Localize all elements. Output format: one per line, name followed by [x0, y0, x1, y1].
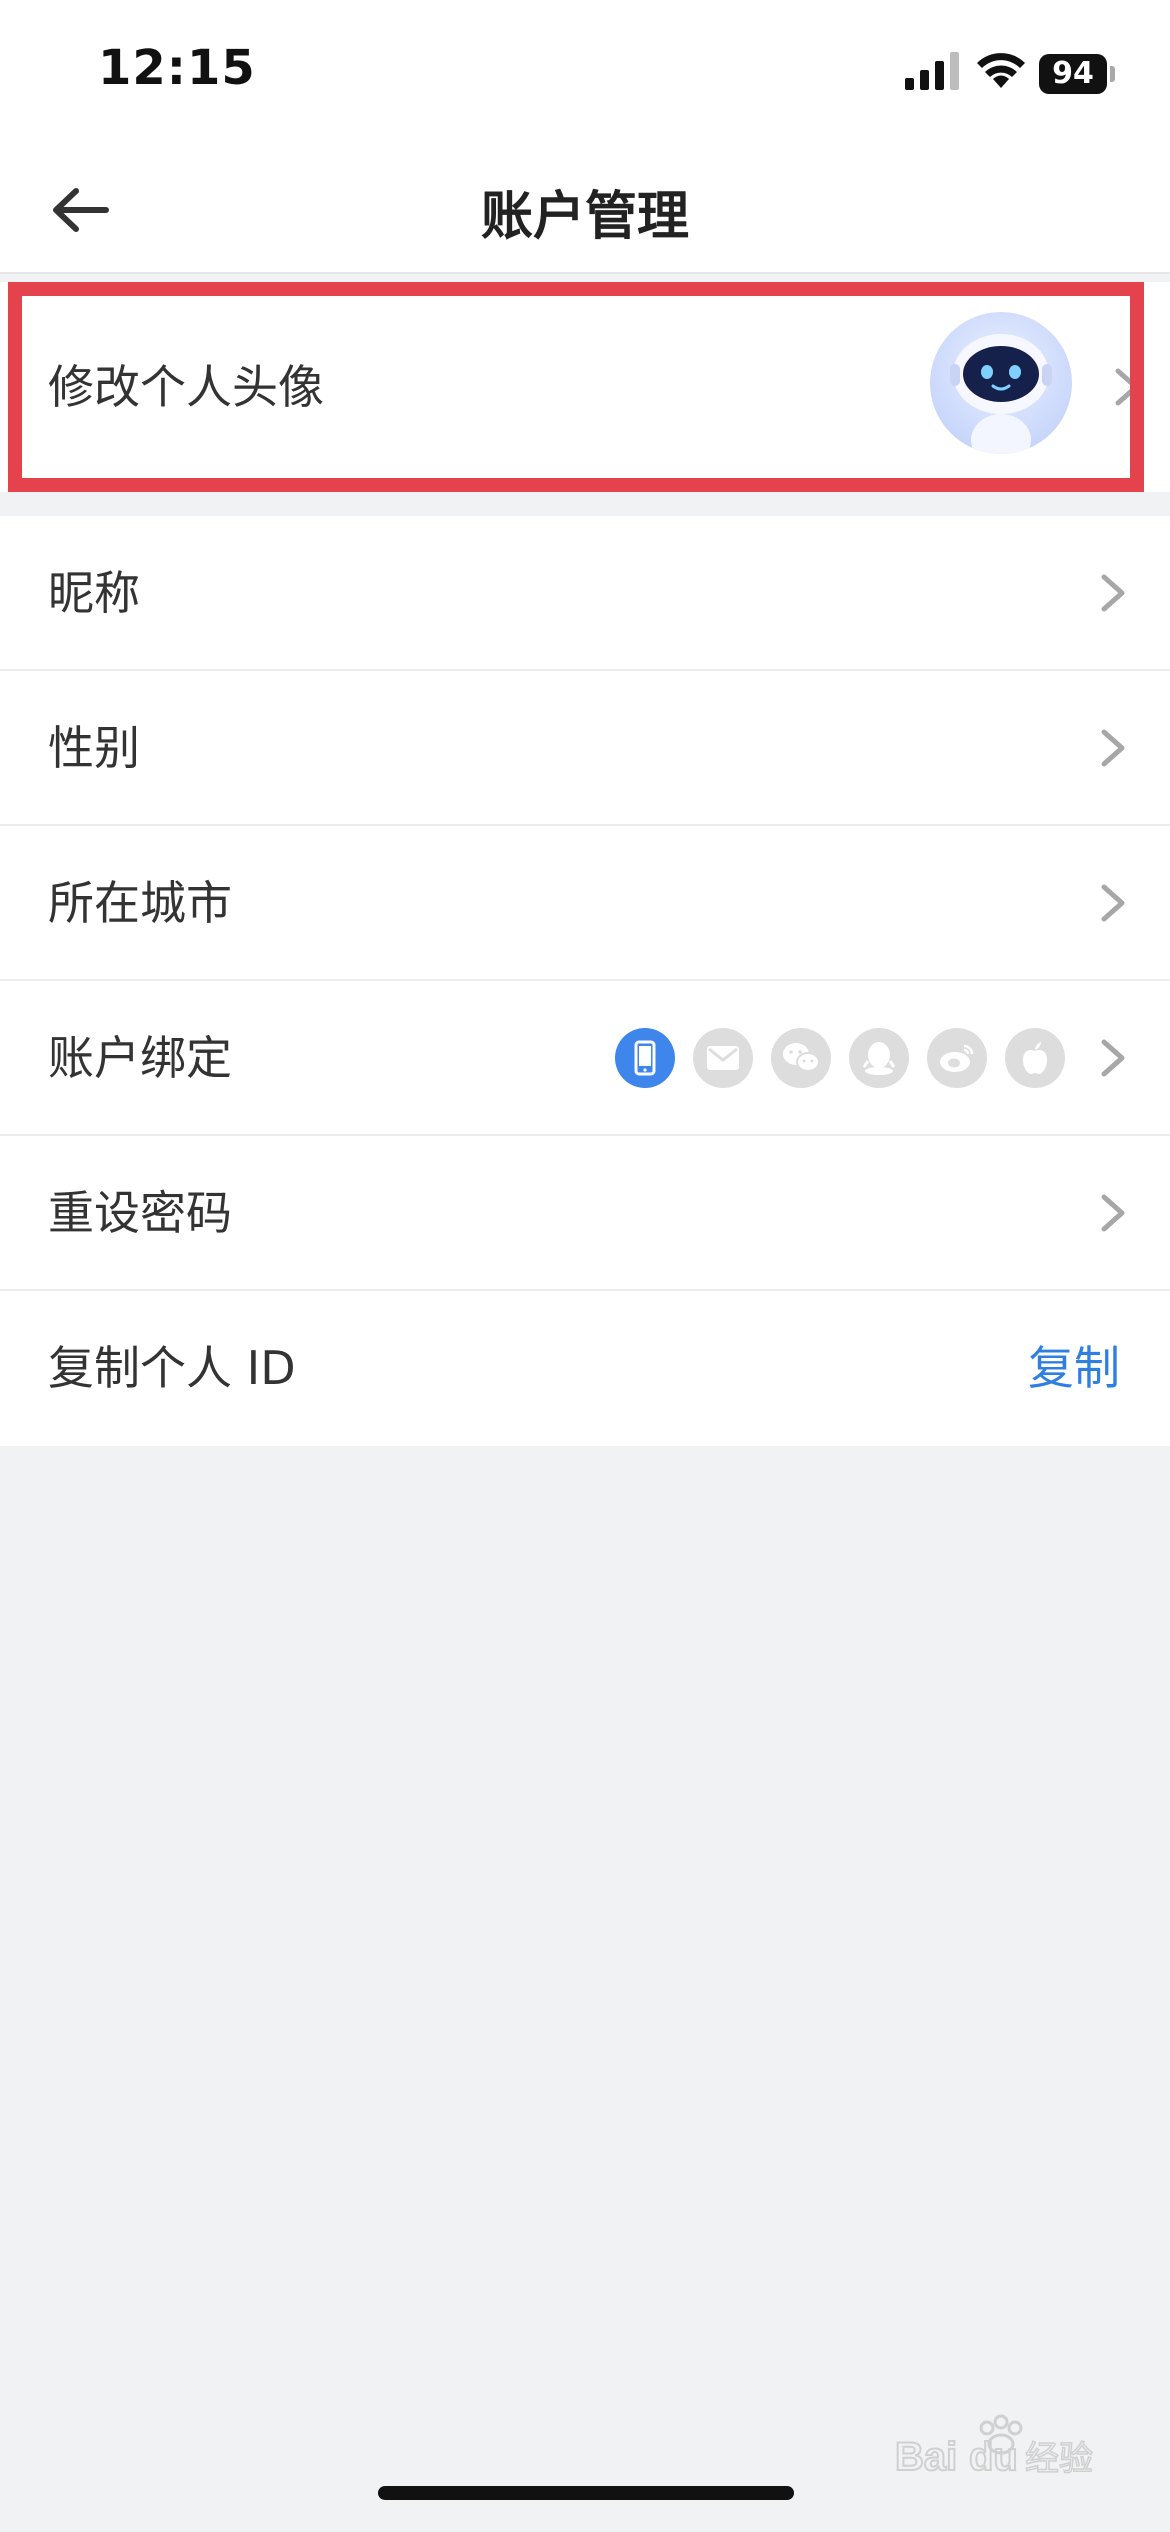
battery-icon: 94: [1039, 54, 1107, 94]
nickname-row[interactable]: 昵称: [0, 516, 1170, 671]
chevron-right-icon: [1101, 884, 1125, 922]
baidu-watermark-logo: Bai du 经验: [895, 2414, 1094, 2480]
status-time: 12:15: [98, 40, 256, 96]
chevron-right-icon: [1101, 1194, 1125, 1232]
highlight-box: [8, 282, 1144, 492]
copy-button[interactable]: 复制: [1028, 1291, 1120, 1446]
nav-bar: 账户管理: [0, 150, 1170, 274]
weibo-icon[interactable]: [927, 1028, 987, 1088]
email-icon[interactable]: [693, 1028, 753, 1088]
apple-icon[interactable]: [1005, 1028, 1065, 1088]
cellular-signal-icon: [905, 52, 959, 90]
home-indicator[interactable]: [378, 2486, 794, 2500]
wechat-icon[interactable]: [771, 1028, 831, 1088]
svg-text:Bai: Bai: [895, 2435, 957, 2479]
gender-label: 性别: [48, 721, 140, 775]
chevron-right-icon: [1101, 574, 1125, 612]
status-bar: 12:15 94: [0, 0, 1170, 150]
city-label: 所在城市: [48, 876, 232, 930]
reset-password-label: 重设密码: [48, 1186, 232, 1240]
svg-text:du: du: [969, 2435, 1018, 2479]
account-binding-label: 账户绑定: [48, 1031, 232, 1085]
svg-text:经验: 经验: [1025, 2439, 1093, 2479]
qq-icon[interactable]: [849, 1028, 909, 1088]
wifi-icon: [977, 53, 1025, 88]
chevron-right-icon: [1101, 1039, 1125, 1077]
reset-password-row[interactable]: 重设密码: [0, 1136, 1170, 1291]
binding-icons: [615, 1028, 1065, 1088]
copy-id-label: 复制个人 ID: [48, 1341, 296, 1395]
city-row[interactable]: 所在城市: [0, 826, 1170, 981]
gender-row[interactable]: 性别: [0, 671, 1170, 826]
account-binding-row[interactable]: 账户绑定: [0, 981, 1170, 1136]
section-divider: [0, 492, 1170, 516]
copy-id-row: 复制个人 ID 复制: [0, 1291, 1170, 1446]
chevron-right-icon: [1101, 729, 1125, 767]
nickname-label: 昵称: [48, 566, 140, 620]
phone-icon[interactable]: [615, 1028, 675, 1088]
page-title: 账户管理: [480, 187, 689, 247]
battery-cap: [1110, 66, 1115, 82]
